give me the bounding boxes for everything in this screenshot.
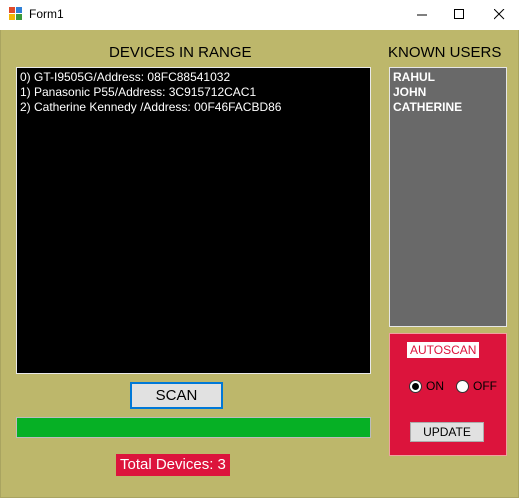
known-users-heading: KNOWN USERS (388, 44, 502, 61)
title-bar[interactable]: Form1 (0, 0, 519, 30)
maximize-icon (454, 8, 464, 19)
device-list-item[interactable]: 1) Panasonic P55/Address: 3C915712CAC1 (20, 85, 367, 100)
user-list-item[interactable]: RAHUL (393, 70, 503, 85)
total-devices-label: Total Devices: 3 (116, 454, 230, 476)
autoscan-label: AUTOSCAN (407, 342, 480, 358)
scan-progress-fill (17, 418, 370, 437)
scan-button[interactable]: SCAN (130, 382, 223, 409)
user-list-item[interactable]: JOHN (393, 85, 503, 100)
close-button[interactable] (480, 0, 519, 28)
device-list-item[interactable]: 2) Catherine Kennedy /Address: 00F46FACB… (20, 100, 367, 115)
update-button[interactable]: UPDATE (410, 422, 484, 442)
scan-progress-bar (16, 417, 371, 438)
devices-heading: DEVICES IN RANGE (109, 44, 252, 61)
app-icon (9, 7, 22, 20)
autoscan-on-label: ON (426, 379, 444, 393)
window-title: Form1 (29, 7, 64, 21)
autoscan-panel: AUTOSCAN ON OFF UPDATE (389, 333, 507, 456)
form-client-area: DEVICES IN RANGE KNOWN USERS 0) GT-I9505… (0, 30, 519, 498)
device-list-item[interactable]: 0) GT-I9505G/Address: 08FC88541032 (20, 70, 367, 85)
autoscan-off-radio[interactable]: OFF (456, 379, 497, 393)
minimize-icon (417, 14, 427, 15)
radio-dot-icon (412, 382, 419, 390)
radio-selected-icon[interactable] (409, 379, 422, 393)
known-users-listbox[interactable]: RAHUL JOHN CATHERINE (389, 67, 507, 327)
maximize-button[interactable] (440, 0, 479, 28)
minimize-button[interactable] (403, 0, 442, 28)
devices-listbox[interactable]: 0) GT-I9505G/Address: 08FC88541032 1) Pa… (16, 67, 371, 374)
autoscan-off-label: OFF (473, 379, 497, 393)
radio-unselected-icon[interactable] (456, 379, 469, 393)
user-list-item[interactable]: CATHERINE (393, 100, 503, 115)
close-icon (494, 8, 505, 19)
autoscan-on-radio[interactable]: ON (409, 379, 444, 393)
